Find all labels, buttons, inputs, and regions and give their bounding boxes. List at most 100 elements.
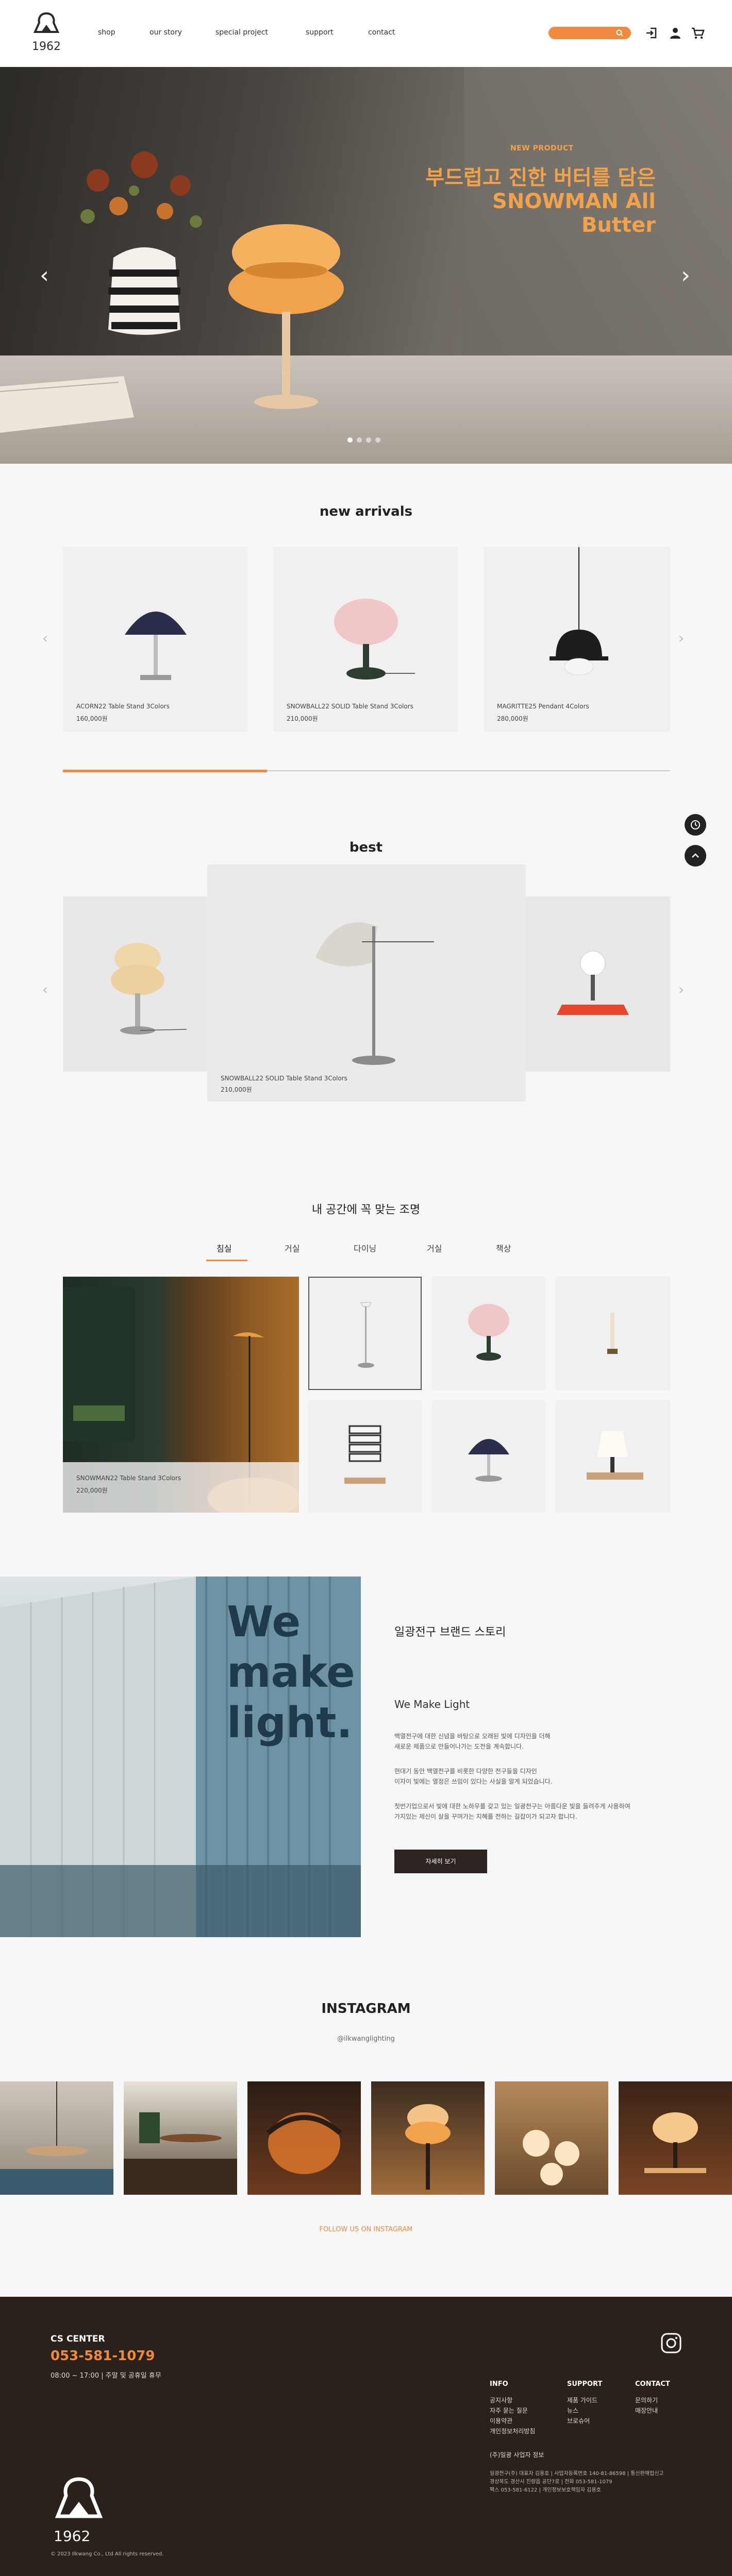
instagram-post[interactable] <box>371 2081 485 2195</box>
history-icon <box>691 820 700 829</box>
brand-more-button[interactable]: 자세히 보기 <box>394 1850 487 1873</box>
instagram-icon[interactable] <box>660 2332 683 2354</box>
room-product-card[interactable] <box>432 1400 545 1513</box>
product-card[interactable]: MAGRITTE25 Pendant 4Colors 280,000원 <box>484 547 670 732</box>
new-arrivals-prev-arrow[interactable]: ‹ <box>42 630 48 647</box>
room-product-card[interactable] <box>556 1277 670 1390</box>
best-featured-card[interactable]: SNOWBALL22 SOLID Table Stand 3Colors 210… <box>207 865 526 1101</box>
best-card[interactable] <box>526 896 670 1072</box>
snowman-lamp-image <box>111 943 187 1035</box>
product-name: SNOWMAN22 Table Stand 3Colors <box>76 1475 181 1482</box>
hero-pagination <box>345 435 382 445</box>
company-info-line: 일광전구(주) 대표자 김용호 | 사업자등록번호 140-81-86598 |… <box>490 2471 664 2477</box>
instagram-post[interactable] <box>247 2081 361 2195</box>
footer-link[interactable]: 문의하기 <box>635 2396 658 2404</box>
brand-paragraph-3: 첫번기업으로서 빛에 대한 노하우를 갖고 있는 일광전구는 아름다운 빛을 들… <box>394 1803 630 1820</box>
cs-phone[interactable]: 053-581-1079 <box>51 2348 155 2364</box>
instagram-post[interactable] <box>495 2081 608 2195</box>
footer-link[interactable]: 이용약관 <box>490 2416 512 2425</box>
site-header: 1962 shop our story special project supp… <box>0 0 732 67</box>
instagram-post-image <box>405 2104 451 2190</box>
nav-special-project[interactable]: special project <box>215 28 268 37</box>
brand-title: 일광전구 브랜드 스토리 <box>394 1626 506 1639</box>
footer-link[interactable]: 뉴스 <box>567 2406 578 2415</box>
instagram-post[interactable] <box>0 2081 113 2195</box>
product-price: 210,000원 <box>287 715 318 722</box>
tab-living[interactable]: 거실 <box>285 1242 300 1254</box>
product-name: ACORN22 Table Stand 3Colors <box>76 703 170 710</box>
instagram-post-image <box>266 2112 342 2174</box>
product-card[interactable]: ACORN22 Table Stand 3Colors 160,000원 <box>63 547 247 732</box>
hero-dot[interactable] <box>375 437 380 443</box>
footer-link[interactable]: 매장안내 <box>635 2406 658 2415</box>
hero-dot[interactable] <box>357 437 362 443</box>
best-card[interactable] <box>63 896 207 1072</box>
best-prev-arrow[interactable]: ‹ <box>42 981 48 998</box>
featured-lamp-image <box>315 922 434 1065</box>
footer-link[interactable]: 개인정보처리방침 <box>490 2427 535 2435</box>
company-info-toggle[interactable]: (주)일광 사업자 정보 <box>490 2450 544 2459</box>
logo[interactable]: 1962 <box>27 11 66 58</box>
brand-paragraph-1: 백열전구에 대한 신념을 바탕으로 오래된 빛에 디자인을 더해 새로운 제품으… <box>394 1733 551 1750</box>
footer-brand: 1962 <box>54 2528 91 2545</box>
instagram-follow-link[interactable]: FOLLOW US ON INSTAGRAM <box>0 2226 732 2233</box>
room-title: 내 공간에 꼭 맞는 조명 <box>311 1204 421 1216</box>
cs-center-label: CS CENTER <box>51 2334 105 2344</box>
search-input[interactable] <box>548 27 631 39</box>
brand-story-image: We make light. <box>0 1577 361 1937</box>
active-tab-indicator <box>206 1260 247 1261</box>
cs-hours: 08:00 ~ 17:00 | 주말 및 공휴일 휴무 <box>51 2372 161 2380</box>
nav-our-story[interactable]: our story <box>149 28 182 37</box>
product-name: MAGRITTE25 Pendant 4Colors <box>497 703 589 710</box>
footer-link[interactable]: 자주 묻는 질문 <box>490 2406 528 2415</box>
product-price: 280,000원 <box>497 715 528 722</box>
company-info-line: 경상북도 경산시 진량읍 공단7로 | 전화 053-581-1079 <box>490 2479 612 2485</box>
user-icon[interactable] <box>668 26 683 40</box>
brand-subtitle: We Make Light <box>394 1698 470 1710</box>
instagram-post-image <box>124 2112 237 2195</box>
room-product-card[interactable] <box>308 1400 422 1513</box>
cart-icon[interactable] <box>691 26 705 40</box>
tab-living-2[interactable]: 거실 <box>427 1242 442 1254</box>
footer-contact-title: CONTACT <box>635 2380 670 2388</box>
carousel-scrollbar-thumb[interactable] <box>63 770 267 772</box>
recent-view-button[interactable] <box>685 814 706 836</box>
hero-prev-arrow[interactable]: ‹ <box>34 263 55 289</box>
footer-link[interactable]: 공지사항 <box>490 2396 512 2404</box>
footer-link[interactable]: 제품 가이드 <box>567 2396 597 2404</box>
tab-dining[interactable]: 다이닝 <box>354 1242 376 1254</box>
company-info-line: 팩스 053-581-6122 | 개인정보보호책임자 김용호 <box>490 2487 601 2493</box>
instagram-post-image <box>0 2081 113 2195</box>
best-next-arrow[interactable]: › <box>678 981 684 998</box>
room-featured-card[interactable]: SNOWMAN22 Table Stand 3Colors 220,000원 <box>63 1277 299 1513</box>
footer-link[interactable]: 브로슈어 <box>567 2416 590 2425</box>
tab-bedroom[interactable]: 침실 <box>217 1242 231 1254</box>
hero-subtitle: SNOWMAN All Butter <box>492 190 656 237</box>
nav-contact[interactable]: contact <box>368 28 395 37</box>
hero-dot[interactable] <box>366 437 371 443</box>
search-icon[interactable] <box>615 29 624 37</box>
tab-desk[interactable]: 책상 <box>496 1242 511 1254</box>
instagram-post[interactable] <box>124 2081 237 2195</box>
product-card[interactable]: SNOWBALL22 SOLID Table Stand 3Colors 210… <box>273 547 458 732</box>
product-price: 210,000원 <box>221 1086 252 1093</box>
login-icon[interactable] <box>644 26 659 40</box>
white-table-lamp-image <box>587 1431 643 1480</box>
instagram-post-image <box>644 2112 706 2173</box>
hero-next-arrow[interactable]: › <box>675 263 696 289</box>
instagram-post-image <box>523 2130 579 2185</box>
room-product-card[interactable] <box>432 1277 545 1390</box>
hero-lamp-image <box>228 224 344 409</box>
candle-lamp-image <box>607 1313 618 1354</box>
room-product-card[interactable] <box>308 1277 422 1390</box>
instagram-post[interactable] <box>619 2081 732 2195</box>
hero-dot[interactable] <box>347 437 353 443</box>
footer-support-title: SUPPORT <box>567 2380 603 2388</box>
nav-support[interactable]: support <box>306 28 334 37</box>
hero-banner: NEW PRODUCT 부드럽고 진한 버터를 담은 SNOWMAN All B… <box>0 67 732 464</box>
nav-shop[interactable]: shop <box>98 28 115 37</box>
container-lettering: We make light. <box>227 1598 355 1748</box>
new-arrivals-next-arrow[interactable]: › <box>678 630 684 647</box>
instagram-handle[interactable]: @ilkwanglighting <box>0 2035 732 2043</box>
room-product-card[interactable] <box>556 1400 670 1513</box>
